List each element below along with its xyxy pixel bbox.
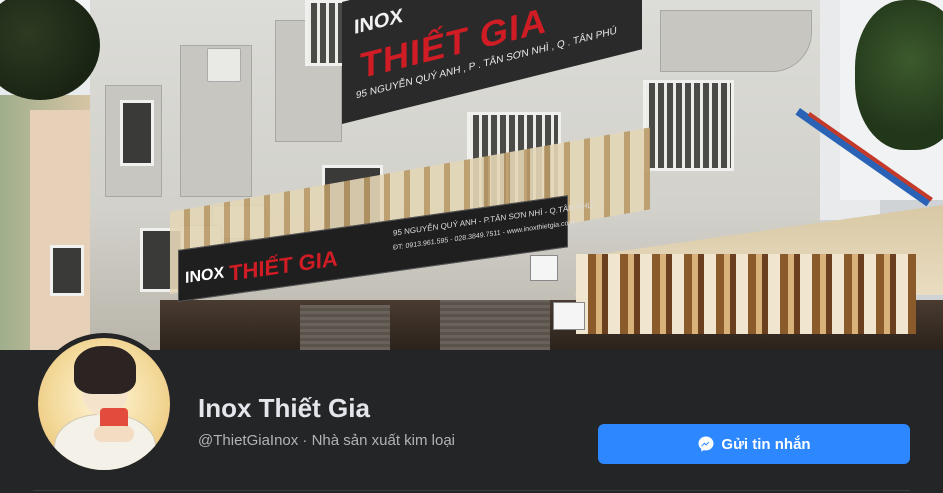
profile-avatar[interactable] bbox=[38, 338, 170, 470]
page-handle-category: @ThietGiaInox · Nhà sản xuất kim loại bbox=[198, 432, 455, 449]
upper-sign-prefix: INOX bbox=[354, 4, 403, 40]
messenger-icon bbox=[697, 435, 715, 453]
cover-tree-right bbox=[855, 0, 943, 150]
cover-shutter bbox=[300, 305, 390, 350]
cover-window bbox=[50, 245, 84, 296]
cover-air-conditioner bbox=[207, 48, 241, 82]
cover-small-sign bbox=[553, 302, 585, 330]
lower-banner-brand: THIẾT GIA bbox=[229, 245, 338, 286]
cover-curved-balcony bbox=[660, 10, 812, 72]
profile-divider bbox=[33, 490, 910, 491]
cover-photo[interactable]: INOX THIẾT GIA 95 NGUYỄN QUÝ ANH , P . T… bbox=[0, 0, 943, 350]
cover-window bbox=[643, 80, 734, 171]
send-message-label: Gửi tin nhắn bbox=[721, 435, 811, 453]
cover-shutter bbox=[440, 300, 550, 350]
send-message-button[interactable]: Gửi tin nhắn bbox=[598, 424, 910, 464]
cover-window bbox=[120, 100, 154, 166]
lower-banner-prefix: INOX bbox=[185, 264, 225, 288]
avatar-hand bbox=[94, 426, 134, 442]
cover-awning-right-front bbox=[576, 254, 916, 334]
page-name: Inox Thiết Gia bbox=[198, 393, 370, 423]
cover-small-sign bbox=[530, 255, 558, 281]
avatar-hair bbox=[74, 346, 136, 394]
